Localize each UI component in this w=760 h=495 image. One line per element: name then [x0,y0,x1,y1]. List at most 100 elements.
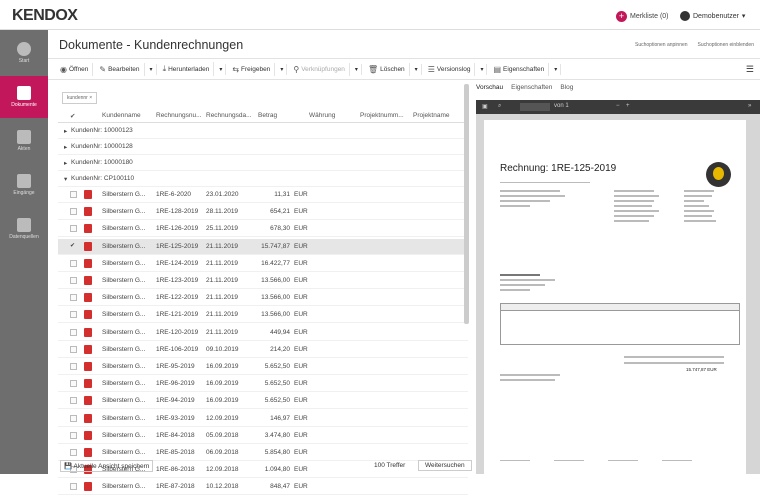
group-row[interactable]: ▸ KundenNr: 10000123 [58,123,468,139]
menu-icon[interactable]: ☰ [746,64,754,75]
tab-blog[interactable]: Blog [560,84,573,91]
download-dropdown[interactable]: ▾ [216,63,227,75]
cell-rechnungsdatum: 23.01.2020 [206,191,239,198]
col-projektnummer[interactable]: Projektnumm... [360,112,404,119]
search-more-button[interactable]: Weitersuchen [418,460,472,471]
cell-rechnungsnummer: 1RE-96-2019 [156,380,195,388]
row-checkbox[interactable]: ✔ [70,243,77,250]
table-row[interactable]: Silberstern G... 1RE-96-2019 16.09.2019 5.6… [58,376,468,393]
more-icon[interactable]: » [748,103,751,109]
row-checkbox[interactable] [70,225,77,233]
cell-rechnungsdatum: 10.12.2018 [206,483,239,491]
tab-eigenschaften[interactable]: Eigenschaften [511,84,552,91]
group-row[interactable]: ▾ KundenNr: CP100110 [58,171,468,187]
properties-dropdown[interactable]: ▾ [551,63,562,75]
row-checkbox[interactable] [70,380,77,388]
table-row[interactable]: Silberstern G... 1RE-106-2019 09.10.2019 21… [58,342,468,358]
links-dropdown[interactable]: ▾ [352,63,362,75]
share-dropdown[interactable]: ▾ [277,63,288,75]
delete-dropdown[interactable]: ▾ [412,63,422,75]
table-row[interactable]: Silberstern G... 1RE-126-2019 25.11.2019 67… [58,221,468,238]
pin-search-options[interactable]: Suchoptionen anpinnen [635,42,688,48]
row-checkbox[interactable] [70,191,77,198]
search-icon[interactable]: ⌕ [498,103,501,110]
table-row[interactable]: ✔ Silberstern G... 1RE-125-2019 21.11.2019 1… [58,238,468,255]
list-scrollbar[interactable] [464,84,469,324]
group-row[interactable]: ▸ KundenNr: 10000180 [58,155,468,171]
inbox-icon [17,174,31,188]
row-checkbox[interactable] [70,363,77,370]
table-row[interactable]: Silberstern G... 1RE-128-2019 28.11.2019 65… [58,204,468,221]
cell-kundenname: Silberstern G... [102,328,146,336]
row-checkbox[interactable] [70,449,77,456]
row-checkbox[interactable] [70,397,77,405]
user-menu[interactable]: Demobenutzer ▾ [680,11,745,21]
cell-betrag: 16.422,77 [261,259,290,267]
share-button[interactable]: ⇆ Freigeben [228,62,276,76]
app-logo: KENDOX [12,7,78,24]
edit-button[interactable]: ✎ Bearbeiten [95,62,145,76]
row-checkbox[interactable] [70,259,77,267]
col-kundenname[interactable]: Kundenname [102,112,141,119]
table-row[interactable]: Silberstern G... 1RE-6-2020 23.01.2020 11,3… [58,187,468,203]
row-checkbox[interactable] [70,328,77,336]
group-row[interactable]: ▸ KundenNr: 10000128 [58,139,468,155]
pdf-viewer[interactable]: Rechnung: 1RE-125-2019 15.747,87 EUR [476,114,760,474]
show-search-options[interactable]: Suchoptionen einblenden [698,42,754,48]
table-row[interactable]: Silberstern G... 1RE-95-2019 16.09.2019 5.6… [58,359,468,375]
sidebar-item-datenquellen[interactable]: Datenquellen [0,208,48,250]
sidebar-item-dokumente[interactable]: Dokumente [0,76,48,118]
page-input[interactable] [520,103,550,111]
col-rechnungsdatum[interactable]: Rechnungsda... [206,112,252,119]
table-row[interactable]: Silberstern G... 1RE-124-2019 21.11.2019 16… [58,256,468,272]
merkliste-link[interactable]: + Merkliste (0) [616,11,669,22]
row-checkbox[interactable] [70,311,77,319]
row-checkbox[interactable] [70,414,77,422]
row-checkbox[interactable] [70,483,77,491]
table-row[interactable]: Silberstern G... 1RE-87-2018 10.12.2018 848… [58,479,468,495]
table-row[interactable]: Silberstern G... 1RE-94-2019 16.09.2019 5.6… [58,393,468,410]
zoom-in-icon[interactable]: + [626,103,630,109]
table-row[interactable]: Silberstern G... 1RE-121-2019 21.11.2019 13… [58,307,468,324]
pdf-icon [84,482,92,492]
properties-button[interactable]: ▤ Eigenschaften [489,62,550,76]
list-footer: 💾 Aktuelle Ansicht speichern 100 Treffer… [58,458,472,474]
row-checkbox[interactable] [70,294,77,302]
invoice-title: Rechnung: 1RE-125-2019 [500,163,617,174]
cell-kundenname: Silberstern G... [102,431,146,439]
database-icon [17,218,31,232]
col-projektname[interactable]: Projektname [413,112,450,119]
versionlog-button[interactable]: ☰ Versionslog [424,62,476,76]
save-view-button[interactable]: 💾 Aktuelle Ansicht speichern [60,460,154,472]
table-row[interactable]: Silberstern G... 1RE-84-2018 05.09.2018 3.4… [58,428,468,444]
edit-dropdown[interactable]: ▾ [147,63,157,75]
versionlog-dropdown[interactable]: ▾ [477,63,488,75]
row-checkbox[interactable] [70,345,77,353]
table-row[interactable]: Silberstern G... 1RE-123-2019 21.11.2019 13… [58,273,468,289]
cell-waehrung: EUR [294,397,308,405]
tab-vorschau[interactable]: Vorschau [476,84,503,91]
filter-chip[interactable]: kundennr × [62,92,98,104]
delete-button[interactable]: 🗑 Löschen [364,62,410,76]
col-betrag[interactable]: Betrag [258,112,277,119]
download-button[interactable]: ⤓ Herunterladen [159,62,215,76]
sidebar-item-start[interactable]: Start [0,32,48,74]
col-rechnungsnummer[interactable]: Rechnungsnu... [156,112,202,119]
table-row[interactable]: Silberstern G... 1RE-93-2019 12.09.2019 146… [58,411,468,427]
cell-rechnungsdatum: 21.11.2019 [206,242,239,250]
row-checkbox[interactable] [70,208,77,216]
table-row[interactable]: Silberstern G... 1RE-120-2019 21.11.2019 44… [58,325,468,341]
cell-kundenname: Silberstern G... [102,311,146,319]
select-all-icon[interactable]: ✔ [70,112,75,120]
open-button[interactable]: ◉ Öffnen [56,62,94,76]
sidebar-item-akten[interactable]: Akten [0,120,48,162]
sidebar-item-eingaenge[interactable]: Eingänge [0,164,48,206]
table-row[interactable]: Silberstern G... 1RE-122-2019 21.11.2019 13… [58,290,468,307]
links-button[interactable]: ⚲ Verknüpfungen [289,62,350,76]
row-checkbox[interactable] [70,277,77,284]
col-waehrung[interactable]: Währung [309,112,335,119]
table-header: ✔ Kundenname Rechnungsnu... Rechnungsda.… [58,109,468,123]
row-checkbox[interactable] [70,431,77,439]
zoom-out-icon[interactable]: − [616,103,620,109]
sidebar-toggle-icon[interactable]: ▣ [482,103,488,110]
